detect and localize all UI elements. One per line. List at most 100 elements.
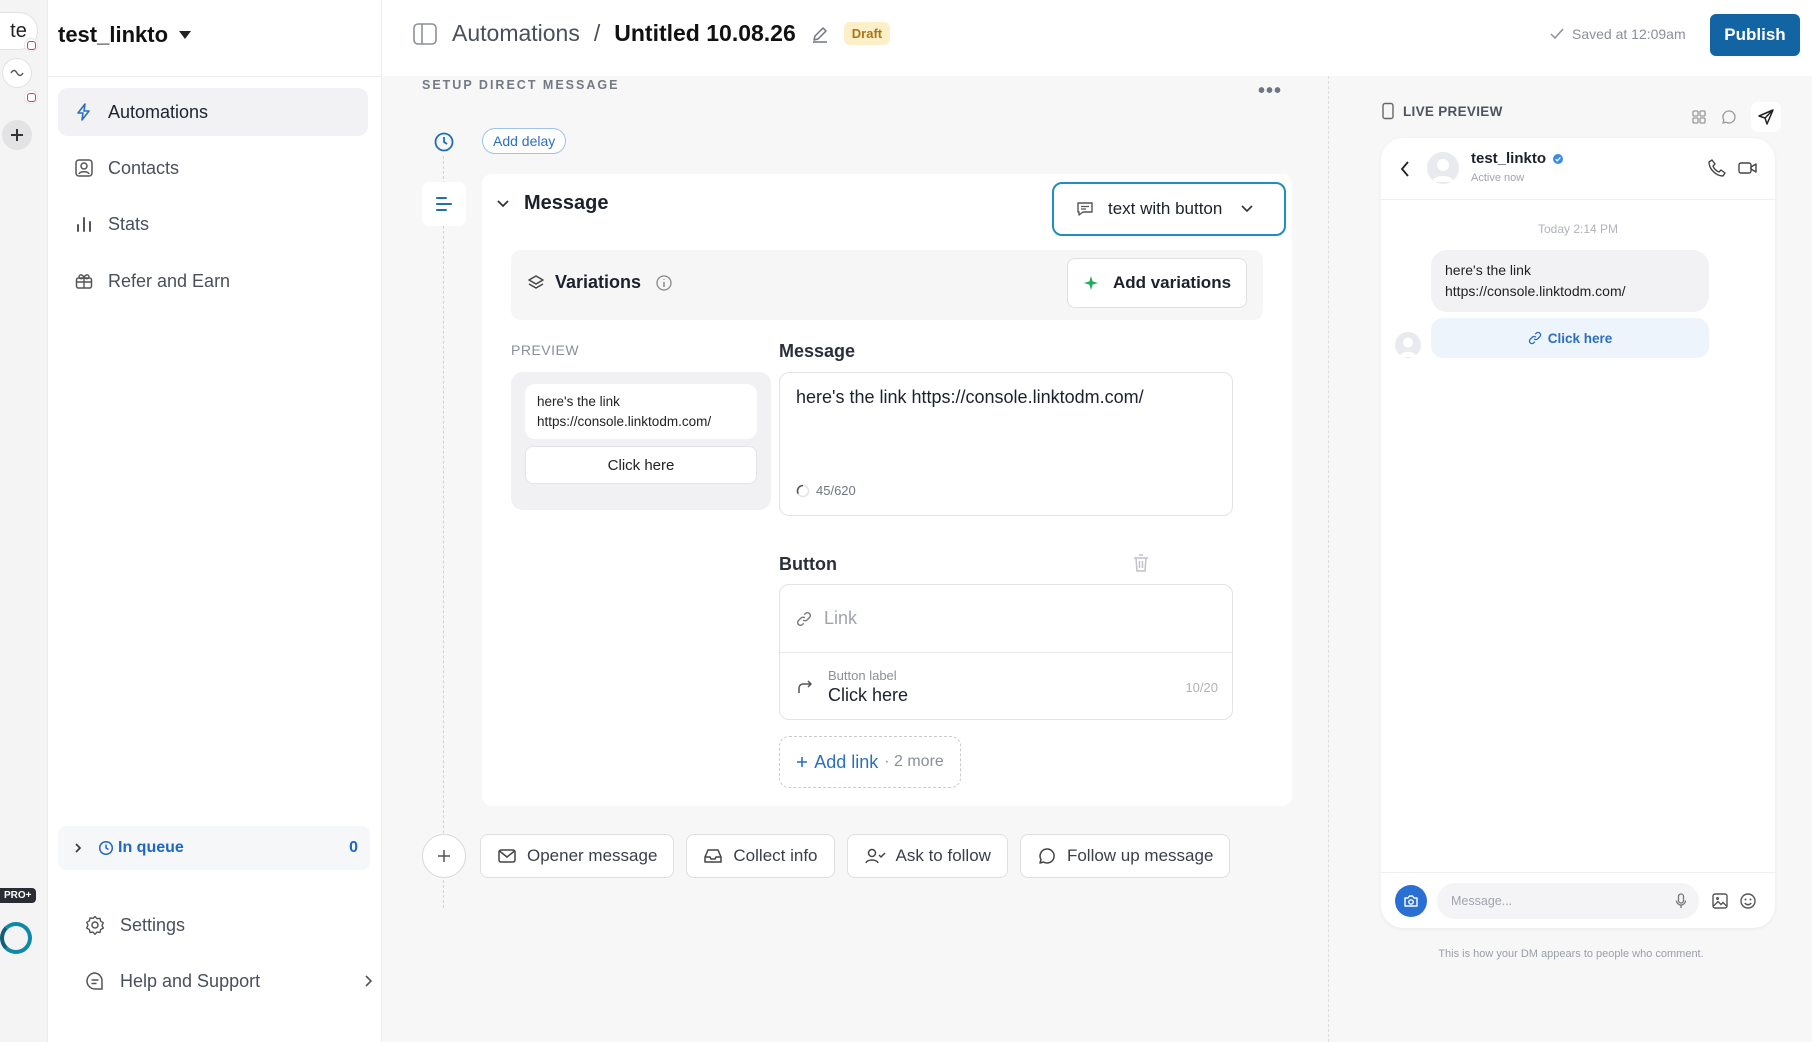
live-preview-header: LIVE PREVIEW bbox=[1381, 102, 1503, 120]
button-label-count: 10/20 bbox=[1185, 679, 1218, 695]
user-check-icon bbox=[864, 848, 886, 864]
bar-chart-icon bbox=[77, 217, 91, 232]
plan-badge: PRO+ bbox=[0, 888, 36, 903]
plus-icon bbox=[797, 757, 808, 767]
button-section-label: Button bbox=[779, 554, 837, 574]
clock-icon bbox=[98, 840, 114, 856]
workspace-rail: te PRO+ bbox=[0, 0, 48, 1042]
sidebar-item-stats[interactable]: Stats bbox=[58, 200, 368, 248]
section-title: SETUP DIRECT MESSAGE bbox=[422, 78, 620, 92]
publish-button[interactable]: Publish bbox=[1710, 14, 1800, 56]
chat-message-bubble: here's the link https://console.linktodm… bbox=[1431, 250, 1709, 312]
button-label-input[interactable]: Button label Click here 10/20 bbox=[780, 653, 1232, 719]
chat-bubble-icon bbox=[1039, 848, 1055, 864]
breadcrumb-separator: / bbox=[593, 20, 601, 46]
message-textarea[interactable]: here's the link https://console.linktodm… bbox=[779, 372, 1233, 516]
envelope-icon bbox=[498, 849, 516, 863]
microphone-icon bbox=[1675, 893, 1687, 908]
saved-text: Saved at 12:09am bbox=[1572, 26, 1686, 42]
message-header[interactable]: Message bbox=[496, 192, 609, 215]
char-count: 45/620 bbox=[816, 483, 856, 498]
send-icon bbox=[1758, 109, 1774, 125]
gear-icon bbox=[86, 915, 104, 935]
brand-logo[interactable] bbox=[0, 922, 32, 954]
collect-info-chip[interactable]: Collect info bbox=[686, 834, 835, 878]
trash-icon[interactable] bbox=[1130, 552, 1152, 574]
button-label-caption: Button label bbox=[828, 668, 897, 683]
account-switcher[interactable]: test_linkto bbox=[58, 22, 192, 48]
button-editor: Link Button label Click here 10/20 bbox=[779, 584, 1233, 720]
preview-text-line: here's the link bbox=[537, 394, 620, 409]
progress-ring-icon bbox=[796, 484, 810, 497]
variations-label: Variations bbox=[555, 272, 642, 292]
button-link-input[interactable]: Link bbox=[780, 585, 1232, 653]
preview-bubble: here's the link https://console.linktodm… bbox=[525, 384, 757, 439]
add-delay-button[interactable]: Add delay bbox=[482, 128, 567, 154]
status-badge: Draft bbox=[843, 22, 891, 45]
sidebar-item-settings[interactable]: Settings bbox=[84, 914, 185, 936]
add-step-button[interactable] bbox=[422, 834, 466, 878]
info-icon[interactable] bbox=[655, 274, 673, 292]
sidebar-item-label: Settings bbox=[120, 914, 186, 935]
breadcrumb-root[interactable]: Automations bbox=[452, 20, 580, 47]
timeline-connector bbox=[443, 146, 444, 908]
variations-bar: Variations Add variations bbox=[511, 250, 1263, 320]
button-label-text: Button label Click here bbox=[828, 668, 908, 706]
check-icon bbox=[1550, 28, 1564, 40]
sidebar-item-help[interactable]: Help and Support bbox=[84, 970, 374, 992]
queue-label: In queue bbox=[118, 839, 184, 856]
chat-message-input: Message... bbox=[1437, 883, 1699, 919]
add-variations-button[interactable]: Add variations bbox=[1067, 258, 1247, 308]
sidebar-item-label: Stats bbox=[108, 213, 150, 234]
add-link-remaining: · 2 more bbox=[884, 753, 944, 770]
link-placeholder: Link bbox=[824, 608, 858, 628]
chat-composer: Message... bbox=[1381, 872, 1775, 928]
message-type-value: text with button bbox=[1108, 199, 1223, 218]
chat-timestamp: Today 2:14 PM bbox=[1537, 222, 1619, 236]
save-status: Saved at 12:09am bbox=[1550, 26, 1686, 42]
add-step-bar: Opener message Collect info Ask to follo… bbox=[422, 834, 1231, 878]
comment-icon[interactable] bbox=[1721, 109, 1737, 125]
queue-count: 0 bbox=[349, 839, 358, 856]
follow-up-message-chip[interactable]: Follow up message bbox=[1019, 834, 1231, 878]
phone-device-icon bbox=[1382, 102, 1394, 120]
back-arrow-icon bbox=[1400, 161, 1409, 177]
instagram-icon bbox=[24, 90, 38, 104]
instagram-icon bbox=[24, 38, 38, 52]
page-title: Untitled 10.08.26 bbox=[614, 20, 796, 46]
share-arrow-icon bbox=[798, 680, 813, 693]
chat-contact: test_linkto bbox=[1471, 150, 1564, 167]
edit-pencil-icon[interactable] bbox=[810, 24, 830, 44]
contact-card-icon bbox=[75, 159, 93, 177]
sidebar-item-refer[interactable]: Refer and Earn bbox=[58, 257, 368, 305]
preview-footer-note: This is how your DM appears to people wh… bbox=[1438, 948, 1704, 960]
message-type-select[interactable]: text with button bbox=[1052, 182, 1286, 236]
message-preview: here's the link https://console.linktodm… bbox=[511, 372, 771, 510]
link-icon bbox=[796, 611, 812, 626]
more-options-icon[interactable]: ••• bbox=[1258, 80, 1282, 103]
opener-message-chip[interactable]: Opener message bbox=[480, 834, 675, 878]
chat-message-line: here's the link bbox=[1445, 262, 1531, 278]
add-link-button[interactable]: Add link · 2 more bbox=[779, 736, 961, 788]
preview-text-line: https://console.linktodm.com/ bbox=[537, 414, 712, 429]
link-icon bbox=[1528, 331, 1541, 345]
sender-avatar bbox=[1395, 332, 1421, 358]
sidebar-item-contacts[interactable]: Contacts bbox=[58, 144, 368, 192]
preview-mode-switcher bbox=[1691, 102, 1781, 132]
secondary-avatar[interactable] bbox=[2, 58, 32, 88]
camera-icon bbox=[1395, 885, 1427, 917]
add-account-button[interactable] bbox=[2, 120, 32, 150]
preview-button: Click here bbox=[525, 446, 757, 484]
message-title: Message bbox=[524, 192, 609, 214]
divider bbox=[48, 76, 382, 77]
dm-preview-tab[interactable] bbox=[1751, 102, 1781, 132]
add-variations-label: Add variations bbox=[1112, 273, 1232, 292]
sidebar-toggle-icon[interactable] bbox=[412, 22, 438, 46]
ask-to-follow-chip[interactable]: Ask to follow bbox=[846, 834, 1008, 878]
grid-icon[interactable] bbox=[1691, 109, 1707, 125]
chevron-right-icon bbox=[365, 975, 373, 987]
chat-contact-name: test_linkto bbox=[1471, 150, 1547, 167]
queue-toggle[interactable]: In queue 0 bbox=[58, 826, 370, 870]
sidebar-item-automations[interactable]: Automations bbox=[58, 88, 368, 136]
chevron-down-icon bbox=[497, 199, 509, 207]
